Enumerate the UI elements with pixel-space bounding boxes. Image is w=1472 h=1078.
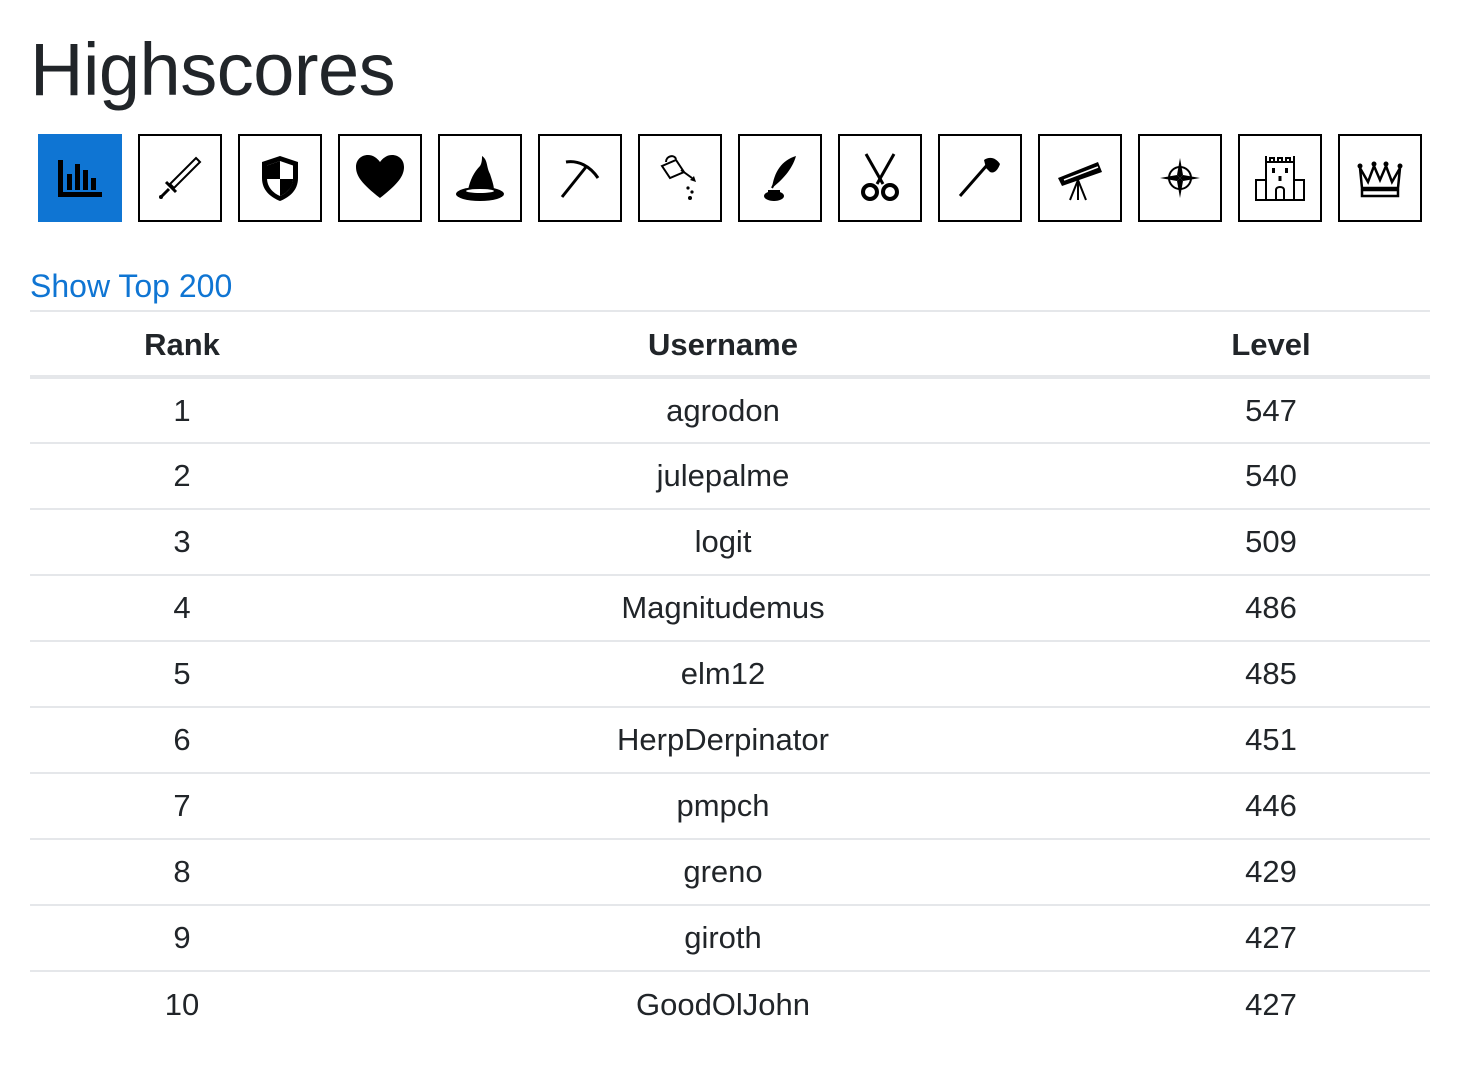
skill-button-mining[interactable] <box>538 134 622 222</box>
skill-button-attack[interactable] <box>138 134 222 222</box>
skill-button-hitpoints[interactable] <box>338 134 422 222</box>
skill-button-writing[interactable] <box>738 134 822 222</box>
show-top-200-link[interactable]: Show Top 200 <box>30 266 232 306</box>
rank-cell: 2 <box>30 442 334 509</box>
column-header-level[interactable]: Level <box>1112 310 1430 379</box>
rank-cell: 6 <box>30 706 334 773</box>
level-cell: 427 <box>1112 904 1430 971</box>
skill-button-woodcutting[interactable] <box>938 134 1022 222</box>
table-row: 1 agrodon 547 <box>30 377 1430 443</box>
table-row: 9 giroth 427 <box>30 904 1430 971</box>
level-cell: 486 <box>1112 574 1430 641</box>
skill-button-crafting[interactable] <box>838 134 922 222</box>
table-row: 5 elm12 485 <box>30 640 1430 707</box>
crown-icon <box>1357 161 1403 198</box>
quill-ink-icon <box>764 156 796 201</box>
rank-cell: 8 <box>30 838 334 905</box>
rank-cell: 5 <box>30 640 334 707</box>
column-header-rank[interactable]: Rank <box>30 310 334 379</box>
sword-icon <box>159 156 202 199</box>
skill-button-overall[interactable] <box>38 134 122 222</box>
table-header-row: Rank Username Level <box>30 310 1430 379</box>
username-cell: GoodOlJohn <box>334 970 1112 1037</box>
castle-tower-icon <box>1255 156 1305 201</box>
skill-button-leadership[interactable] <box>1338 134 1422 222</box>
heart-icon <box>356 155 404 198</box>
username-cell: logit <box>334 508 1112 575</box>
username-cell: pmpch <box>334 772 1112 839</box>
table-row: 6 HerpDerpinator 451 <box>30 706 1430 773</box>
axe-icon <box>958 157 1000 197</box>
shield-icon <box>262 156 298 201</box>
level-cell: 540 <box>1112 442 1430 509</box>
bar-chart-icon <box>58 160 102 197</box>
scissors-icon <box>861 153 899 201</box>
username-cell: giroth <box>334 904 1112 971</box>
pickaxe-icon <box>560 160 600 198</box>
page-title: Highscores <box>30 28 396 111</box>
wizard-hat-icon <box>456 156 504 201</box>
watering-can-icon <box>660 155 696 200</box>
skill-button-farming[interactable] <box>638 134 722 222</box>
rank-cell: 3 <box>30 508 334 575</box>
table-row: 10 GoodOlJohn 427 <box>30 970 1430 1037</box>
table-row: 8 greno 429 <box>30 838 1430 905</box>
username-cell: greno <box>334 838 1112 905</box>
username-cell: elm12 <box>334 640 1112 707</box>
rank-cell: 1 <box>173 392 191 428</box>
username-cell: HerpDerpinator <box>334 706 1112 773</box>
table-row: 7 pmpch 446 <box>30 772 1430 839</box>
rank-cell: 4 <box>30 574 334 641</box>
skill-button-magic[interactable] <box>438 134 522 222</box>
level-cell: 485 <box>1112 640 1430 707</box>
level-cell: 429 <box>1112 838 1430 905</box>
rank-cell: 10 <box>30 970 334 1037</box>
level-cell: 547 <box>1245 392 1297 428</box>
level-cell: 427 <box>1112 970 1430 1037</box>
highscores-table: Rank Username Level 1 agrodon 547 2 jule… <box>30 310 1430 1037</box>
skill-button-navigation[interactable] <box>1138 134 1222 222</box>
level-cell: 446 <box>1112 772 1430 839</box>
username-cell: Magnitudemus <box>334 574 1112 641</box>
telescope-icon <box>1058 162 1102 201</box>
table-row: 2 julepalme 540 <box>30 442 1430 509</box>
compass-icon <box>1160 158 1200 198</box>
skill-button-defence[interactable] <box>238 134 322 222</box>
skill-button-astronomy[interactable] <box>1038 134 1122 222</box>
column-header-username[interactable]: Username <box>334 310 1112 379</box>
level-cell: 509 <box>1112 508 1430 575</box>
rank-cell: 9 <box>30 904 334 971</box>
username-cell: agrodon <box>666 392 780 428</box>
table-row: 4 Magnitudemus 486 <box>30 574 1430 641</box>
skill-button-construction[interactable] <box>1238 134 1322 222</box>
rank-cell: 7 <box>30 772 334 839</box>
level-cell: 451 <box>1112 706 1430 773</box>
table-row: 3 logit 509 <box>30 508 1430 575</box>
username-cell: julepalme <box>334 442 1112 509</box>
